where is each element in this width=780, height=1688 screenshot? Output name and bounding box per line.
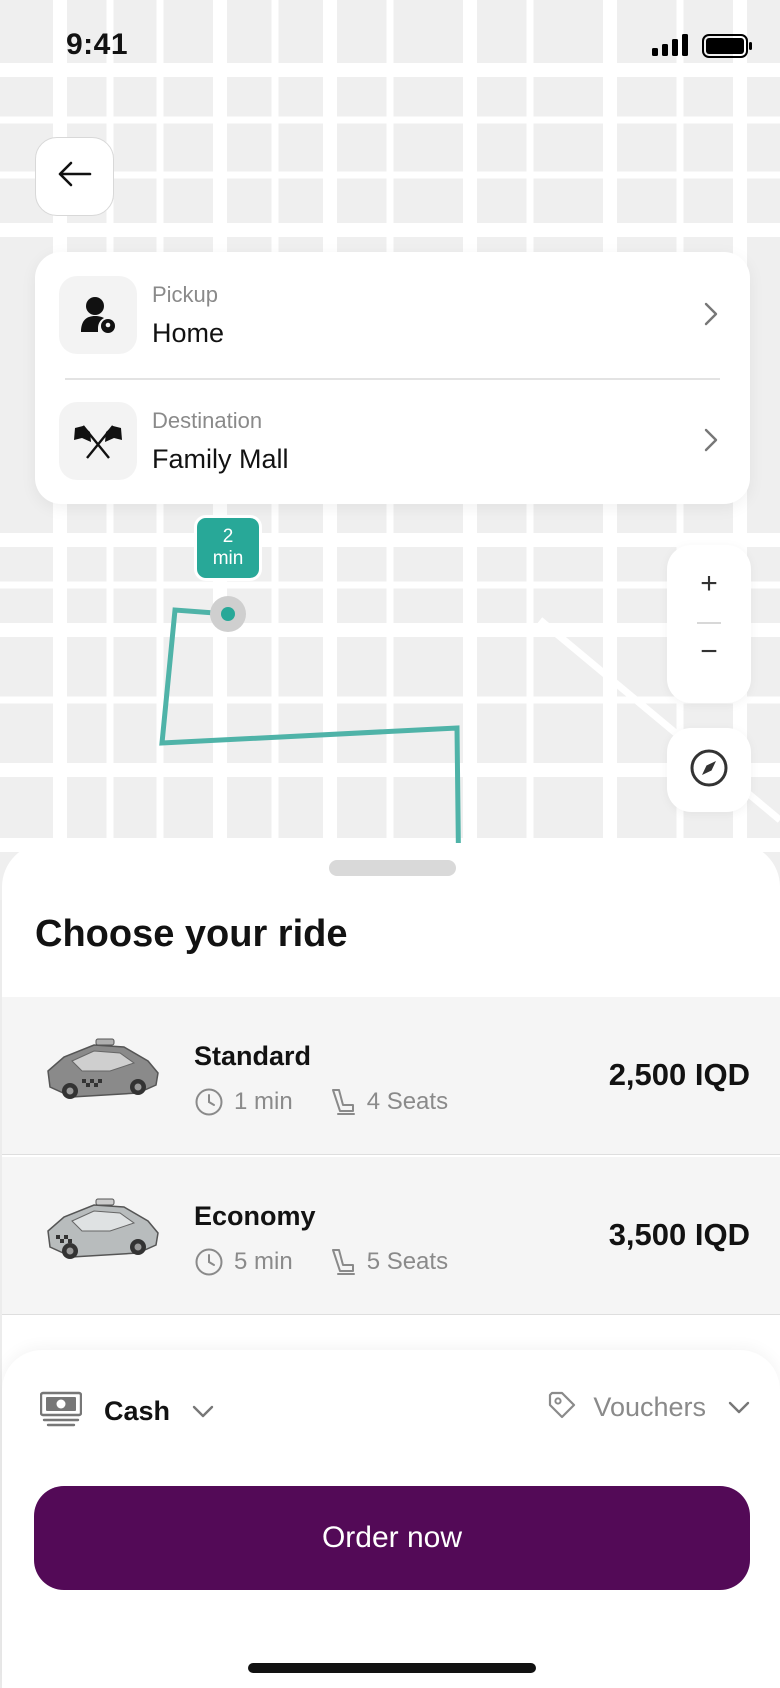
ride-meta: 1 min 4 Seats: [194, 1087, 484, 1117]
recenter-button[interactable]: [667, 728, 751, 812]
order-now-button[interactable]: Order now: [34, 1486, 750, 1590]
battery-icon: [702, 34, 754, 63]
ride-price: 2,500 IQD: [608, 1057, 750, 1092]
cellular-signal-icon: [652, 34, 690, 61]
payment-label: Cash: [104, 1396, 171, 1426]
clock-icon: [194, 1247, 224, 1277]
person-pin-icon: [59, 276, 137, 354]
sheet-title: Choose your ride: [35, 913, 348, 955]
home-indicator[interactable]: [248, 1663, 536, 1673]
ride-seats: 4 Seats: [366, 1088, 449, 1115]
destination-row[interactable]: Destination Family Mall: [35, 378, 750, 504]
back-button[interactable]: [35, 137, 114, 216]
compass-icon: [689, 748, 729, 793]
pickup-label: Pickup: [152, 282, 219, 307]
chevron-down-icon: [192, 1405, 214, 1419]
destination-label: Destination: [152, 408, 263, 433]
zoom-in-button[interactable]: +: [667, 567, 751, 601]
ride-seats: 5 Seats: [366, 1248, 449, 1275]
order-footer: Cash Vouchers Order now: [2, 1350, 780, 1688]
pickup-dot: [221, 607, 235, 621]
ride-eta: 1 min: [234, 1088, 293, 1115]
racing-flags-icon: [59, 402, 137, 480]
arrow-left-icon: [58, 161, 92, 192]
route-card: Pickup Home Destination Family Mall: [35, 252, 750, 504]
chevron-down-icon: [728, 1401, 750, 1415]
clock-icon: [194, 1087, 224, 1117]
zoom-out-button[interactable]: −: [667, 635, 751, 669]
ride-name: Standard: [194, 1041, 312, 1071]
pickup-row[interactable]: Pickup Home: [35, 252, 750, 378]
eta-badge: 2 min: [194, 515, 262, 581]
eta-unit: min: [212, 548, 244, 569]
ride-eta: 5 min: [234, 1248, 293, 1275]
pickup-value: Home: [152, 318, 225, 348]
ride-option-economy[interactable]: Economy 5 min 5 Seats 3,500 IQD: [2, 1157, 780, 1315]
taxi-car-icon: [42, 1027, 162, 1112]
taxi-car-icon: [42, 1187, 162, 1272]
zoom-divider: [697, 622, 721, 624]
status-bar: 9:41: [0, 0, 780, 90]
voucher-selector[interactable]: Vouchers: [547, 1390, 750, 1425]
eta-value: 2: [222, 526, 234, 547]
status-time: 9:41: [66, 28, 129, 61]
chevron-right-icon: [704, 428, 718, 457]
cash-icon: [39, 1390, 83, 1433]
ride-name: Economy: [194, 1201, 316, 1231]
voucher-label: Vouchers: [593, 1392, 706, 1422]
ride-meta: 5 min 5 Seats: [194, 1247, 484, 1277]
seat-icon: [329, 1247, 357, 1277]
tag-icon: [547, 1390, 577, 1425]
destination-value: Family Mall: [152, 444, 289, 474]
seat-icon: [329, 1087, 357, 1117]
zoom-control: + −: [667, 545, 751, 703]
payment-method-selector[interactable]: Cash: [39, 1390, 214, 1433]
ride-price: 3,500 IQD: [608, 1217, 750, 1252]
sheet-handle[interactable]: [329, 860, 456, 876]
chevron-right-icon: [704, 302, 718, 331]
ride-option-standard[interactable]: Standard 1 min 4 Seats 2,500 IQD: [2, 997, 780, 1155]
